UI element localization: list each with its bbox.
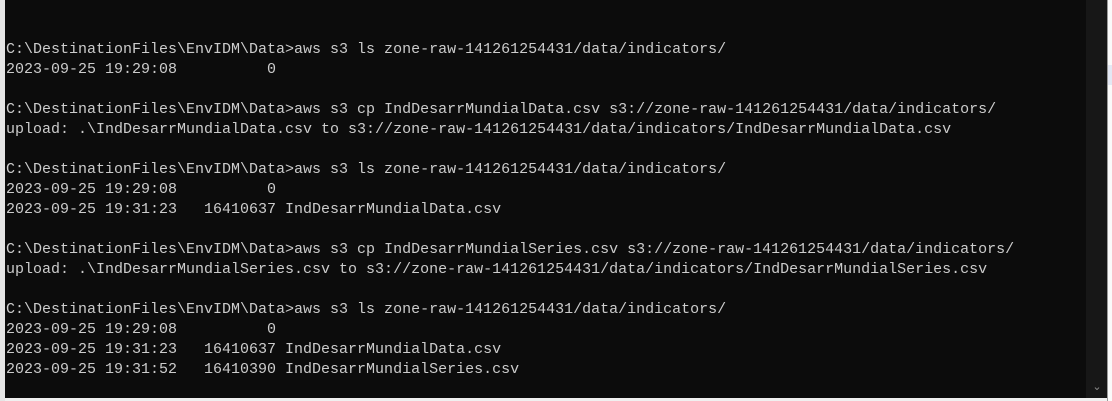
terminal-line: upload: .\IndDesarrMundialData.csv to s3… xyxy=(6,121,952,138)
terminal-line: 2023-09-25 19:31:23 16410637 IndDesarrMu… xyxy=(6,341,502,358)
terminal-line: 2023-09-25 19:29:08 0 xyxy=(6,321,277,338)
terminal-line: C:\DestinationFiles\EnvIDM\Data>aws s3 c… xyxy=(6,101,997,118)
terminal-line: C:\DestinationFiles\EnvIDM\Data>aws s3 l… xyxy=(6,301,727,318)
terminal-line: C:\DestinationFiles\EnvIDM\Data>aws s3 l… xyxy=(6,161,727,178)
terminal-line: 2023-09-25 19:29:08 0 xyxy=(6,181,277,198)
chevron-down-icon[interactable]: ⌄ xyxy=(1090,380,1104,394)
terminal-line: C:\DestinationFiles\EnvIDM\Data>aws s3 c… xyxy=(6,241,1015,258)
vertical-scrollbar[interactable] xyxy=(1086,0,1107,398)
terminal-line: upload: .\IndDesarrMundialSeries.csv to … xyxy=(6,261,988,278)
terminal-console[interactable]: C:\DestinationFiles\EnvIDM\Data>aws s3 l… xyxy=(5,0,1086,398)
window-edge-right xyxy=(1107,0,1112,401)
terminal-output: C:\DestinationFiles\EnvIDM\Data>aws s3 l… xyxy=(6,20,1014,398)
terminal-line: C:\DestinationFiles\EnvIDM\Data>aws s3 l… xyxy=(6,41,727,58)
terminal-line: 2023-09-25 19:29:08 0 xyxy=(6,61,277,78)
terminal-line: 2023-09-25 19:31:23 16410637 IndDesarrMu… xyxy=(6,201,502,218)
terminal-line: 2023-09-25 19:31:52 16410390 IndDesarrMu… xyxy=(6,361,520,378)
